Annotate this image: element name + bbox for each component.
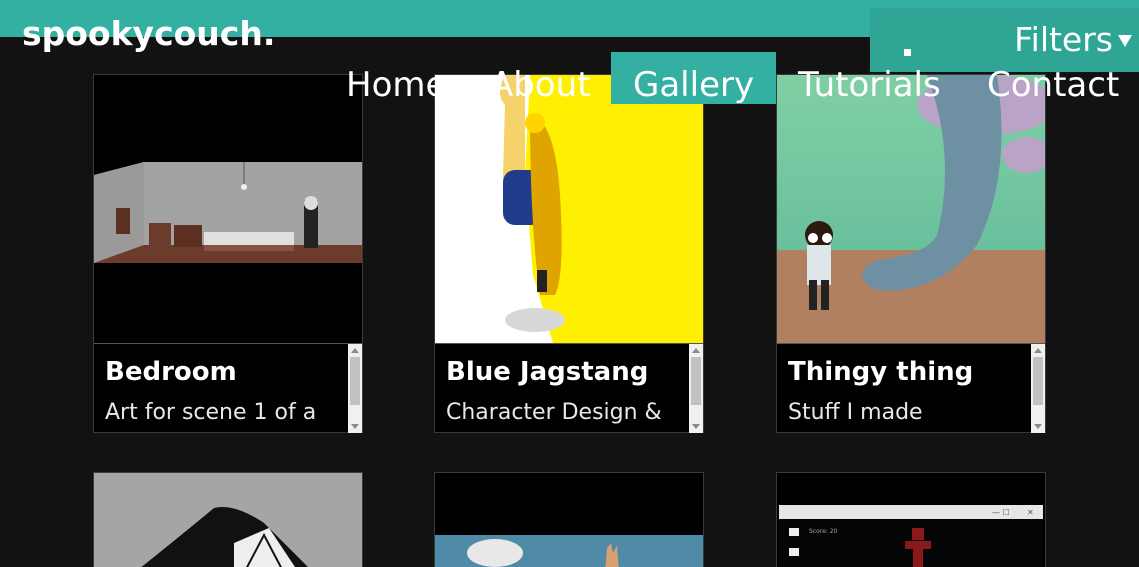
card-image: [435, 75, 703, 343]
scroll-down-icon[interactable]: [1034, 424, 1042, 429]
gallery-card-bedroom[interactable]: Bedroom Art for scene 1 of a: [93, 74, 363, 433]
card-info: Bedroom Art for scene 1 of a: [94, 343, 362, 433]
card-image: [141, 507, 308, 567]
card-scrollbar[interactable]: [689, 344, 703, 433]
card-image: ✕ — ☐ Score: 20: [779, 505, 1043, 567]
nav-home[interactable]: Home: [346, 52, 446, 105]
card-title: Thingy thing: [788, 357, 974, 387]
card-info: Blue Jagstang Character Design &: [435, 343, 703, 433]
scroll-down-icon[interactable]: [351, 424, 359, 429]
main-nav: Home About Gallery Tutorials Contact: [0, 52, 1139, 105]
score-text: Score: 20: [809, 528, 838, 535]
nav-tutorials[interactable]: Tutorials: [798, 52, 941, 105]
gallery-card-thingy-thing[interactable]: Thingy thing Stuff I made: [776, 74, 1046, 433]
scroll-up-icon[interactable]: [692, 348, 700, 353]
scroll-down-icon[interactable]: [692, 424, 700, 429]
svg-text:— ☐: — ☐: [992, 508, 1010, 517]
card-description: Character Design &: [446, 400, 662, 425]
scroll-up-icon[interactable]: [1034, 348, 1042, 353]
card-scrollbar[interactable]: [1031, 344, 1045, 433]
nav-gallery[interactable]: Gallery: [611, 52, 777, 105]
scroll-thumb[interactable]: [350, 357, 360, 405]
site-logo[interactable]: spookycouch.: [22, 14, 275, 54]
card-image: [94, 75, 362, 343]
card-image: [777, 75, 1045, 343]
svg-text:✕: ✕: [1027, 508, 1034, 517]
nav-contact[interactable]: Contact: [987, 52, 1119, 105]
card-description: Stuff I made: [788, 400, 923, 425]
gallery-card-tent[interactable]: [93, 472, 363, 567]
card-description: Art for scene 1 of a: [105, 400, 317, 425]
card-scrollbar[interactable]: [348, 344, 362, 433]
card-info: Thingy thing Stuff I made: [777, 343, 1045, 433]
card-title: Bedroom: [105, 357, 237, 387]
gallery-card-hand[interactable]: [434, 472, 704, 567]
gallery-card-blue-jagstang[interactable]: Blue Jagstang Character Design &: [434, 74, 704, 433]
scroll-thumb[interactable]: [691, 357, 701, 405]
scroll-thumb[interactable]: [1033, 357, 1043, 405]
nav-about[interactable]: About: [490, 52, 591, 105]
gallery-card-game[interactable]: ✕ — ☐ Score: 20: [776, 472, 1046, 567]
card-image: [435, 535, 703, 567]
card-title: Blue Jagstang: [446, 357, 649, 387]
caret-down-icon: [1118, 35, 1132, 47]
scroll-up-icon[interactable]: [351, 348, 359, 353]
